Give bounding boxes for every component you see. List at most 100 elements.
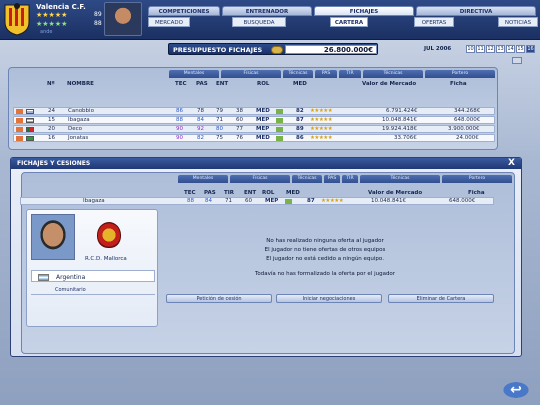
player-med: 87 — [307, 198, 315, 204]
row-x: 76 — [236, 135, 243, 141]
manager-avatar[interactable] — [104, 2, 142, 36]
col-pas[interactable]: PAS — [196, 81, 208, 87]
player-card: R.C.D. Mallorca Argentina Comunitario — [26, 209, 158, 327]
tab-competiciones[interactable]: COMPETICIONES — [148, 6, 220, 16]
tab-busqueda[interactable]: BUSQUEDA — [232, 17, 286, 27]
row-stars: ★★★★★ — [310, 135, 333, 141]
row-value: 33.706€ — [394, 135, 417, 141]
loan-request-button[interactable]: Petición de cesión — [166, 294, 272, 303]
table-row[interactable]: 16 Jonatas 90 82 75 76 MED 86 ★★★★★ 33.7… — [13, 134, 495, 142]
row-value: 10.048.841€ — [382, 117, 417, 123]
col-tir[interactable]: TIR — [224, 190, 234, 196]
col-nombre[interactable]: NOMBRE — [67, 81, 94, 87]
row-tec: 88 — [176, 117, 183, 123]
row-name: Ibagaza — [68, 117, 90, 123]
nationality-name: Argentina — [56, 274, 86, 281]
close-button[interactable]: X — [508, 158, 515, 168]
col-tec[interactable]: TEC — [184, 190, 196, 196]
row-name: Canobbio — [68, 108, 94, 114]
portfolio-table: Mentales Físicas Técnicas PAS TIR Técnic… — [8, 67, 498, 150]
row-name: Jonatas — [68, 135, 89, 141]
status-message: Todavía no has formalizado la oferta por… — [254, 271, 396, 277]
calendar-month: JUL 2006 — [424, 46, 452, 52]
tab-directiva[interactable]: DIRECTIVA — [416, 6, 536, 16]
selected-player-row[interactable]: Ibagaza 88 84 71 60 MEP 87 ★★★★★ 10.048.… — [20, 197, 494, 205]
calendar-day[interactable]: 14 — [506, 45, 515, 53]
group-header-mentales: Mentales — [169, 70, 219, 78]
club-crest-icon — [4, 3, 30, 36]
row-num: 24 — [48, 108, 55, 114]
table-row[interactable]: 20 Deco 90 92 80 77 MEP 89 ★★★★★ 19.924.… — [13, 125, 495, 133]
row-stars: ★★★★★ — [310, 108, 333, 114]
contract-icon — [16, 127, 23, 132]
group-header-pas: PAS — [324, 175, 340, 183]
calendar-day[interactable]: 15 — [516, 45, 525, 53]
col-med[interactable]: MED — [286, 190, 300, 196]
tab-noticias[interactable]: NOTICIAS — [498, 17, 538, 27]
row-num: 20 — [48, 126, 55, 132]
row-ficha: 648.000€ — [454, 117, 481, 123]
col-valor[interactable]: Valor de Mercado — [368, 190, 422, 196]
row-name: Deco — [68, 126, 83, 132]
position-icon — [276, 136, 283, 141]
row-stars: ★★★★★ — [310, 126, 333, 132]
row-ficha: 24.000€ — [456, 135, 479, 141]
col-num[interactable]: Nº — [47, 81, 55, 87]
group-header-tecnicas-2: Técnicas — [360, 175, 440, 183]
club-rating-1: 89 — [94, 11, 102, 18]
row-value: 19.924.418€ — [382, 126, 417, 132]
row-pas: 84 — [197, 117, 204, 123]
row-med: 82 — [296, 108, 304, 114]
col-rol[interactable]: ROL — [262, 190, 274, 196]
row-ficha: 3.900.000€ — [448, 126, 480, 132]
player-club: R.C.D. Mallorca — [85, 256, 127, 262]
group-header-tecnicas: Técnicas — [283, 70, 313, 78]
calendar-day[interactable]: 13 — [496, 45, 505, 53]
money-icon — [271, 46, 283, 54]
remove-from-portfolio-button[interactable]: Eliminar de Cartera — [388, 294, 494, 303]
back-button[interactable]: ↩ — [500, 380, 532, 400]
calendar-day[interactable]: 10 — [466, 45, 475, 53]
calendar-day-today[interactable]: 16 — [526, 45, 535, 53]
tab-cartera[interactable]: CARTERA — [330, 17, 368, 27]
row-pas: 78 — [197, 108, 204, 114]
club-stars-2: ★★★★★ — [36, 20, 68, 28]
tab-ofertas[interactable]: OFERTAS — [414, 17, 454, 27]
table-row[interactable]: 24 Canobbio 86 78 79 38 MED 82 ★★★★★ 6.7… — [13, 107, 495, 115]
player-ent: 60 — [245, 198, 252, 204]
player-stars: ★★★★★ — [321, 198, 344, 204]
argentina-flag-icon — [26, 118, 34, 123]
row-stars: ★★★★★ — [310, 117, 333, 123]
nationality-field: Argentina — [31, 270, 155, 282]
row-num: 16 — [48, 135, 55, 141]
position-icon — [276, 109, 283, 114]
group-header-tecnicas: Técnicas — [292, 175, 322, 183]
tab-entrenador[interactable]: ENTRENADOR — [222, 6, 312, 16]
col-rol[interactable]: ROL — [257, 81, 269, 87]
col-ent[interactable]: ENT — [244, 190, 256, 196]
player-tec: 88 — [187, 198, 194, 204]
col-valor[interactable]: Valor de Mercado — [362, 81, 416, 87]
row-pas: 82 — [197, 135, 204, 141]
col-ficha[interactable]: Ficha — [468, 190, 485, 196]
calendar-next-icon[interactable] — [512, 57, 522, 64]
col-tec[interactable]: TEC — [175, 81, 187, 87]
calendar-day[interactable]: 12 — [486, 45, 495, 53]
group-header-pas: PAS — [315, 70, 337, 78]
start-negotiation-button[interactable]: Iniciar negociaciones — [276, 294, 382, 303]
row-ent: 71 — [216, 117, 223, 123]
calendar-day[interactable]: 11 — [476, 45, 485, 53]
position-icon — [276, 127, 283, 132]
status-message: No has realizado ninguna oferta al jugad… — [266, 238, 384, 244]
col-pas[interactable]: PAS — [204, 190, 216, 196]
table-row[interactable]: 15 Ibagaza 88 84 71 60 MEP 87 ★★★★★ 10.0… — [13, 116, 495, 124]
row-med: 87 — [296, 117, 304, 123]
col-ficha[interactable]: Ficha — [450, 81, 467, 87]
tab-fichajes[interactable]: FICHAJES — [314, 6, 414, 16]
col-ent[interactable]: ENT — [216, 81, 228, 87]
player-value: 10.048.841€ — [371, 198, 406, 204]
dialog-title: FICHAJES Y CESIONES — [17, 160, 91, 167]
row-pas: 92 — [197, 126, 204, 132]
tab-mercado[interactable]: MERCADO — [148, 17, 190, 27]
col-med[interactable]: MED — [293, 81, 307, 87]
